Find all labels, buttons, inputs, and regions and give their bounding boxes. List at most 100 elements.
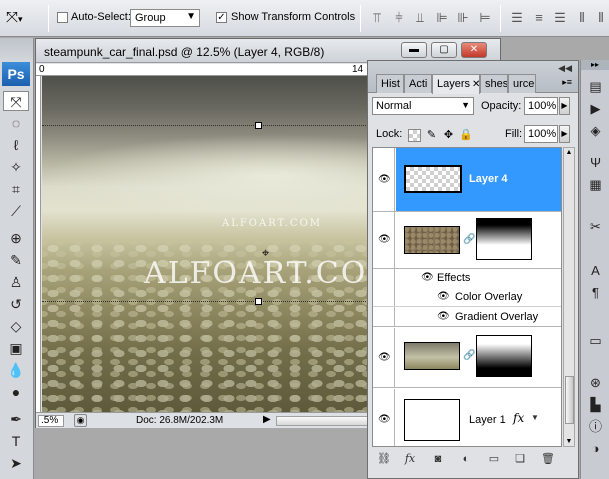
maximize-button[interactable]: ▢ xyxy=(431,42,457,58)
auto-select-dropdown[interactable]: Group ▼ xyxy=(130,9,200,27)
adjustments-panel-icon[interactable]: ◑ xyxy=(585,438,606,458)
layer-mask-thumbnail[interactable] xyxy=(476,218,532,260)
blur-tool-icon[interactable]: 💧 xyxy=(3,360,29,380)
distribute-bottom-icon[interactable]: ☰ xyxy=(551,10,569,26)
tab-source[interactable]: urce xyxy=(508,74,536,93)
add-mask-icon[interactable]: ◙ xyxy=(430,451,446,467)
distribute-top-icon[interactable]: ☰ xyxy=(508,10,526,26)
lock-image-icon[interactable]: ✎ xyxy=(425,129,438,142)
auto-select-checkbox[interactable] xyxy=(57,12,68,23)
eyedropper-tool-icon[interactable]: ⟋ xyxy=(3,201,29,221)
adjustment-layer-icon[interactable]: ◐ xyxy=(458,451,474,467)
eye-icon[interactable]: 👁 xyxy=(437,291,450,302)
minimize-button[interactable]: ▬ xyxy=(401,42,427,58)
transform-handle-bottom[interactable] xyxy=(255,298,262,305)
fill-slider-arrow[interactable]: ▶ xyxy=(559,125,570,143)
effects-row[interactable]: 👁 Effects xyxy=(373,269,561,288)
clone-stamp-tool-icon[interactable]: ♙ xyxy=(3,272,29,292)
visibility-toggle[interactable]: 👁 xyxy=(373,212,395,268)
distribute-left-icon[interactable]: ⦀ xyxy=(573,10,591,26)
layers-panel-icon[interactable]: ◈ xyxy=(585,120,606,140)
layer-mask-thumbnail[interactable] xyxy=(476,335,532,377)
transform-handle-top[interactable] xyxy=(255,122,262,129)
layer-row-layer-1[interactable]: 👁 Layer 1 fx ▼ xyxy=(373,389,561,446)
tab-actions[interactable]: Acti xyxy=(404,74,432,93)
pen-tool-icon[interactable]: ✒ xyxy=(3,409,29,429)
tab-brushes[interactable]: shes xyxy=(480,74,508,93)
effect-row-gradient-overlay[interactable]: 👁 Gradient Overlay xyxy=(373,307,561,327)
paragraph-panel-icon[interactable]: ¶ xyxy=(585,282,606,302)
fx-icon[interactable]: fx xyxy=(513,411,524,425)
new-group-icon[interactable]: ▭ xyxy=(486,451,502,467)
eraser-tool-icon[interactable]: ◇ xyxy=(3,316,29,336)
brush-tool-icon[interactable]: ✎ xyxy=(3,250,29,270)
lasso-tool-icon[interactable]: ℓ xyxy=(3,135,29,155)
close-button[interactable]: ✕ xyxy=(461,42,487,58)
new-layer-icon[interactable]: ❏ xyxy=(512,451,528,467)
magic-wand-tool-icon[interactable]: ✧ xyxy=(3,157,29,177)
color-panel-icon[interactable]: ▤ xyxy=(585,76,606,96)
swatches-panel-icon[interactable]: ▶ xyxy=(585,98,606,118)
eye-icon[interactable]: 👁 xyxy=(421,272,434,283)
chevron-down-icon[interactable]: ▼ xyxy=(531,413,539,422)
healing-brush-tool-icon[interactable]: ⊕ xyxy=(3,228,29,248)
add-style-icon[interactable]: fx xyxy=(402,451,418,467)
zoom-field[interactable]: .5% xyxy=(38,415,64,427)
history-brush-tool-icon[interactable]: ↺ xyxy=(3,294,29,314)
close-icon[interactable]: ✕ xyxy=(472,79,479,90)
fill-input[interactable]: 100% xyxy=(524,125,558,143)
layer-list-scrollbar[interactable]: ▲ ▼ xyxy=(563,147,575,447)
align-horizontal-centers-icon[interactable]: ⊪ xyxy=(454,10,472,26)
align-left-edges-icon[interactable]: ⊫ xyxy=(433,10,451,26)
align-vertical-centers-icon[interactable]: ⫩ xyxy=(390,10,408,26)
distribute-horizontal-centers-icon[interactable]: ⦀ xyxy=(594,10,608,26)
lock-transparent-icon[interactable] xyxy=(408,129,421,142)
opacity-input[interactable]: 100% xyxy=(524,97,558,115)
move-tool-icon[interactable]: ⤧ xyxy=(3,91,29,111)
scroll-down-icon[interactable]: ▼ xyxy=(564,438,574,445)
character-panel-icon[interactable]: A xyxy=(585,260,606,280)
lock-position-icon[interactable]: ✥ xyxy=(442,129,455,142)
layer-row-sky[interactable]: 👁 🔗 xyxy=(373,328,561,388)
eye-icon[interactable]: 👁 xyxy=(437,311,450,322)
brushes-panel-icon[interactable]: Ψ xyxy=(585,152,606,172)
clone-source-panel-icon[interactable]: ▦ xyxy=(585,174,606,194)
effect-row-color-overlay[interactable]: 👁 Color Overlay xyxy=(373,288,561,307)
tool-presets-icon[interactable]: ✂ xyxy=(585,216,606,236)
status-menu-arrow-icon[interactable]: ▶ xyxy=(263,414,271,425)
align-right-edges-icon[interactable]: ⊨ xyxy=(476,10,494,26)
tab-history[interactable]: Hist xyxy=(376,74,404,93)
show-transform-checkbox[interactable]: ✓ xyxy=(216,12,227,23)
opacity-slider-arrow[interactable]: ▶ xyxy=(559,97,570,115)
crop-tool-icon[interactable]: ⌗ xyxy=(3,179,29,199)
type-tool-icon[interactable]: T xyxy=(3,431,29,451)
collapse-icon[interactable]: ◀◀ xyxy=(558,63,572,74)
distribute-vertical-centers-icon[interactable]: ≡ xyxy=(530,10,548,26)
scroll-thumb[interactable] xyxy=(565,376,574,424)
tool-preset-picker[interactable]: ⤧▾ xyxy=(6,9,42,29)
info-panel-icon[interactable]: ⓘ xyxy=(585,416,606,436)
blend-mode-dropdown[interactable]: Normal ▼ xyxy=(372,97,474,115)
tools-panel-grip[interactable] xyxy=(0,38,33,62)
navigator-panel-icon[interactable]: ⊛ xyxy=(585,372,606,392)
lock-all-icon[interactable]: 🔒 xyxy=(459,129,473,142)
layer-row-layer-4[interactable]: 👁 Layer 4 xyxy=(373,148,561,212)
path-selection-tool-icon[interactable]: ➤ xyxy=(3,453,29,473)
dodge-tool-icon[interactable]: ● xyxy=(3,382,29,402)
reference-point-icon[interactable]: ⌖ xyxy=(259,246,272,259)
visibility-toggle[interactable]: 👁 xyxy=(373,328,395,387)
align-top-edges-icon[interactable]: ⫪ xyxy=(368,10,386,26)
panel-menu-icon[interactable]: ▸≡ xyxy=(562,77,572,88)
tab-layers[interactable]: Layers ✕ xyxy=(432,74,480,94)
visibility-toggle[interactable]: 👁 xyxy=(373,389,395,446)
trash-icon[interactable]: 🗑 xyxy=(540,451,556,467)
visibility-toggle[interactable]: 👁 xyxy=(373,148,395,211)
layer-row-texture[interactable]: 👁 🔗 xyxy=(373,212,561,269)
notes-panel-icon[interactable]: ▭ xyxy=(585,330,606,350)
align-bottom-edges-icon[interactable]: ⫫ xyxy=(411,10,429,26)
scroll-up-icon[interactable]: ▲ xyxy=(564,149,574,156)
expand-icon[interactable]: ▸▸ xyxy=(581,60,609,70)
marquee-tool-icon[interactable]: ◌ xyxy=(3,113,29,133)
status-info-icon[interactable]: ◉ xyxy=(74,414,87,427)
link-layers-icon[interactable]: ⛓ xyxy=(376,451,392,467)
